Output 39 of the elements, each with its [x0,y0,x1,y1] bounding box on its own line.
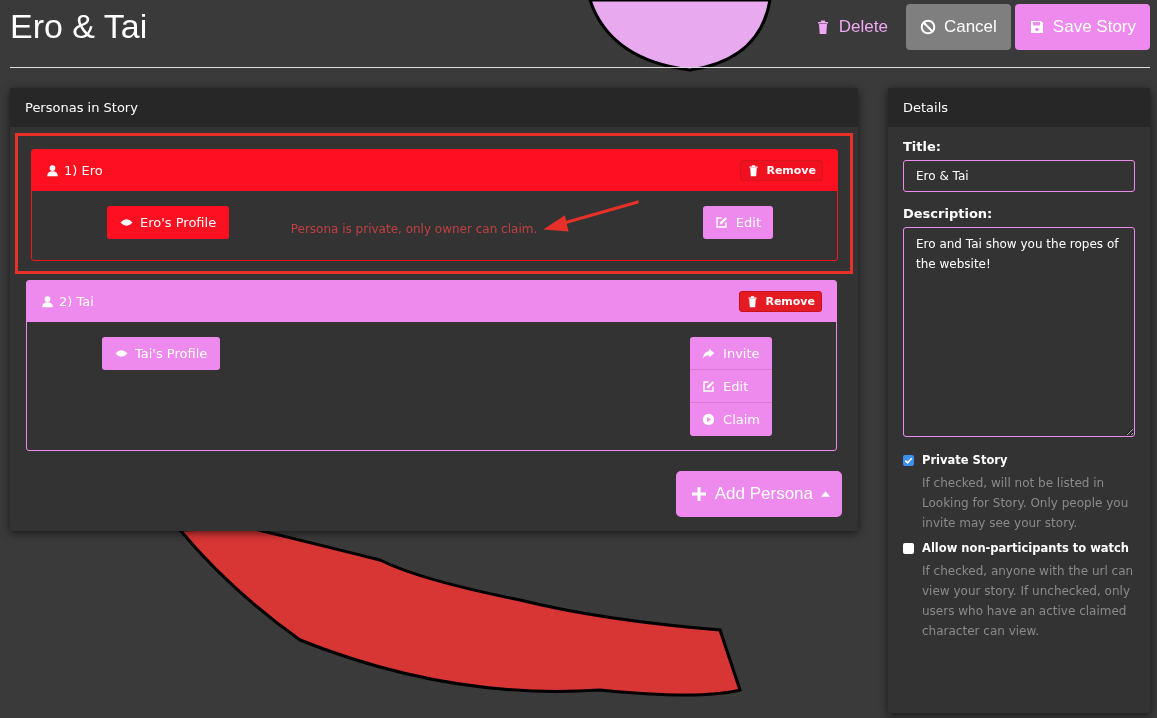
field-label: Title: [903,139,942,154]
title-input[interactable]: Ero & Tai [903,160,1135,192]
checkbox-label: Private Story [922,453,1008,467]
ban-icon [919,19,936,35]
field-label: Description: [903,206,994,221]
page-title: Ero & Tai [10,6,148,47]
trash-icon [747,164,761,177]
user-icon [41,295,54,308]
share-arrow-icon [702,346,716,360]
edit-icon [714,216,728,229]
panel-title: Details [888,88,1150,127]
persona-name: 2) Tai [59,294,94,309]
description-textarea[interactable]: Ero and Tai show you the ropes of the website! [903,227,1135,437]
edit-button[interactable]: Edit [690,370,772,403]
checkbox-label: Allow non-participants to watch [922,541,1130,555]
plus-icon [690,486,707,502]
trash-icon [746,295,760,308]
help-text: If checked, will not be listed in Looking for Story. Only people you invite may see your story. [922,475,1130,532]
checkbox[interactable] [903,454,914,466]
user-icon [46,164,59,177]
profile-button[interactable]: Ero's Profile [107,206,230,239]
edit-icon [702,379,716,393]
profile-button[interactable]: Tai's Profile [102,337,221,370]
invite-button[interactable]: Invite [690,337,772,370]
edit-button[interactable]: Edit [702,206,773,239]
delete-link[interactable]: Delete [800,4,902,50]
checkbox[interactable] [903,542,914,554]
remove-button[interactable]: Remove [739,291,822,312]
cancel-button[interactable]: Cancel [905,4,1011,50]
help-text: If checked, anyone with the url can view your story. If unchecked, only users who have an active claimed character can view. [922,563,1135,640]
caret-icon [821,491,830,497]
persona-name: 1) Ero [64,163,103,178]
remove-button[interactable]: Remove [740,160,823,181]
play-circle-icon [702,413,716,426]
save-button[interactable]: Save Story [1014,4,1150,50]
claim-button[interactable]: Claim [690,403,772,436]
panel-title: Personas in Story [10,88,858,127]
private-note: Persona is private, only owner can claim. [290,222,538,236]
add-persona-button[interactable]: Add Persona [675,471,842,517]
